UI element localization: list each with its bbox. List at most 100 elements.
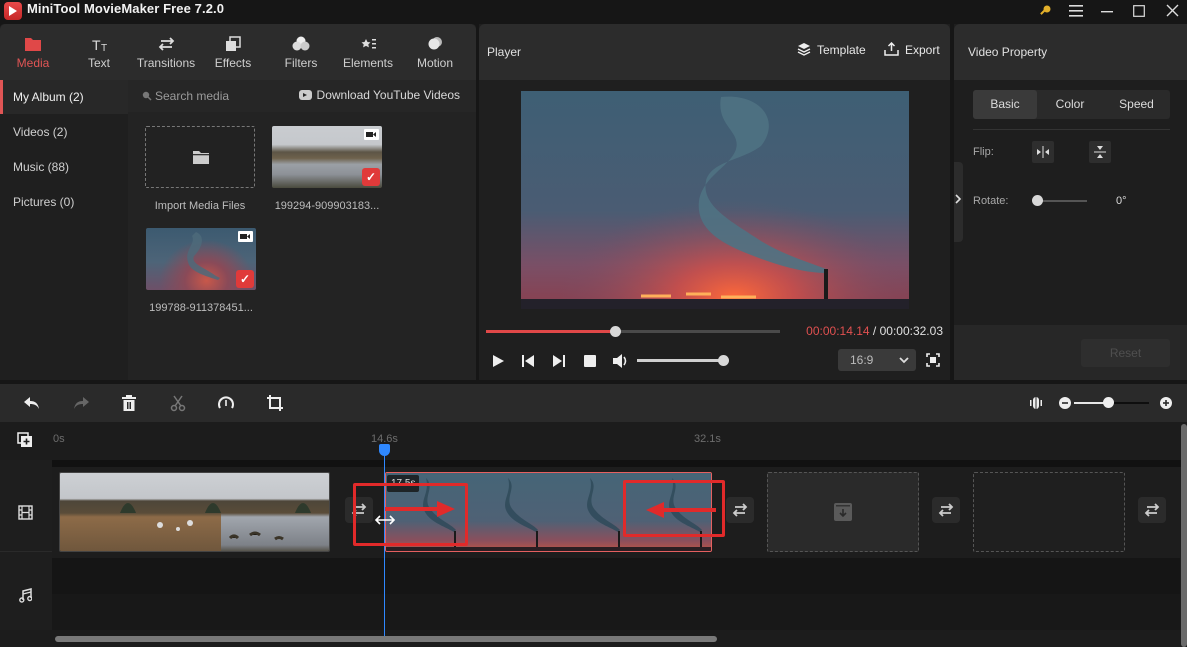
maximize-icon[interactable] (1124, 0, 1154, 22)
album-my-album[interactable]: My Album (2) (0, 80, 128, 114)
fit-timeline-icon[interactable] (1029, 395, 1043, 411)
album-videos[interactable]: Videos (2) (0, 115, 128, 149)
audio-track-lower (52, 594, 1180, 630)
playback-progress-slider[interactable] (486, 326, 780, 337)
folder-icon (25, 38, 41, 51)
video-clip-river[interactable] (59, 472, 330, 552)
zoom-knob[interactable] (1102, 397, 1114, 408)
close-icon[interactable] (1157, 0, 1187, 22)
tab-effects[interactable]: Effects (200, 24, 266, 80)
album-pictures[interactable]: Pictures (0) (0, 185, 128, 219)
video-preview[interactable] (521, 91, 909, 309)
delete-icon[interactable] (120, 394, 138, 412)
tab-filters[interactable]: Filters (268, 24, 334, 80)
album-music[interactable]: Music (88) (0, 150, 128, 184)
key-icon[interactable] (1030, 0, 1060, 22)
transition-slot[interactable] (1138, 497, 1166, 523)
time-ruler[interactable]: 0s 14.6s 32.1s (0, 422, 1187, 460)
download-youtube-button[interactable]: Download YouTube Videos (298, 88, 460, 102)
split-scissors-icon[interactable] (169, 394, 187, 412)
rotate-value: 0° (1116, 195, 1127, 207)
reset-button[interactable]: Reset (1081, 339, 1170, 367)
flip-vertical-icon (1094, 146, 1106, 158)
transition-slot[interactable] (932, 497, 960, 523)
export-button[interactable]: Export (884, 41, 940, 62)
flip-horizontal-button[interactable] (1032, 141, 1054, 163)
search-placeholder: Search media (155, 89, 230, 103)
collapse-panel-handle[interactable] (954, 162, 963, 242)
tab-media[interactable]: Media (0, 24, 66, 80)
undo-icon[interactable] (23, 394, 41, 412)
tab-speed[interactable]: Speed (1103, 90, 1170, 119)
progress-fill (486, 330, 616, 333)
player-header: Player Template Export (479, 24, 950, 80)
template-label: Template (817, 43, 866, 57)
chevron-down-icon (899, 357, 909, 364)
filters-icon (292, 36, 310, 51)
export-label: Export (905, 43, 940, 57)
empty-placeholder[interactable] (973, 472, 1125, 552)
audio-track[interactable] (52, 558, 1180, 630)
video-track (52, 467, 1180, 558)
motion-icon (428, 37, 442, 50)
minimize-icon[interactable] (1092, 0, 1122, 22)
ruler-strip (52, 460, 1187, 467)
drop-media-placeholder[interactable] (767, 472, 919, 552)
music-track-icon (19, 588, 32, 603)
volume-slider[interactable] (637, 355, 729, 366)
volume-knob[interactable] (718, 355, 729, 366)
rotate-slider[interactable] (1032, 195, 1087, 206)
menu-icon[interactable] (1061, 0, 1091, 22)
zoom-in-icon[interactable] (1160, 397, 1172, 409)
tab-transitions[interactable]: Transitions (133, 24, 199, 80)
next-frame-icon[interactable] (550, 352, 568, 370)
transitions-icon (158, 37, 175, 51)
transition-slot[interactable] (726, 497, 754, 523)
chevron-right-icon (955, 194, 962, 204)
title-bar: MiniTool MovieMaker Free 7.2.0 (0, 0, 1187, 24)
volume-icon[interactable] (611, 352, 629, 370)
stop-icon[interactable] (581, 352, 599, 370)
speed-gauge-icon[interactable] (217, 394, 235, 412)
previous-frame-icon[interactable] (519, 352, 537, 370)
property-header: Video Property (954, 24, 1187, 80)
app-title: MiniTool MovieMaker Free 7.2.0 (27, 1, 225, 16)
tab-basic[interactable]: Basic (973, 90, 1037, 119)
search-media-input[interactable]: Search media (142, 89, 229, 103)
total-time: 00:00:32.03 (879, 324, 943, 338)
redo-icon[interactable] (72, 394, 90, 412)
flip-horizontal-icon (1037, 146, 1049, 158)
horizontal-scrollbar[interactable] (55, 636, 717, 642)
transition-swap-icon (732, 503, 748, 517)
svg-text:T: T (101, 43, 107, 53)
timeline: 0s 14.6s 32.1s (0, 384, 1187, 647)
tab-label: Motion (416, 56, 454, 70)
rotate-knob[interactable] (1032, 195, 1043, 206)
template-button[interactable]: Template (797, 42, 866, 62)
player-panel: Player Template Export 00:00:14.14 / 00:… (479, 24, 950, 380)
tab-label: Transitions (136, 56, 196, 70)
flip-vertical-button[interactable] (1089, 141, 1111, 163)
tab-color[interactable]: Color (1037, 90, 1103, 119)
vertical-scrollbar[interactable] (1181, 424, 1187, 647)
crop-icon[interactable] (266, 394, 284, 412)
tab-text[interactable]: TT Text (66, 24, 132, 80)
app-logo-icon (4, 2, 22, 20)
tab-label: Elements (342, 56, 394, 70)
play-icon[interactable] (489, 352, 507, 370)
folder-icon (193, 151, 209, 164)
progress-knob[interactable] (610, 326, 622, 337)
transition-swap-icon (938, 503, 954, 517)
aspect-ratio-select[interactable]: 16:9 (838, 349, 916, 371)
fullscreen-icon[interactable] (926, 353, 940, 367)
player-title: Player (487, 45, 522, 59)
export-icon (884, 41, 899, 56)
import-media-button[interactable] (145, 126, 255, 188)
zoom-out-icon[interactable] (1059, 397, 1071, 409)
tab-motion[interactable]: Motion (402, 24, 468, 80)
layers-icon (797, 43, 811, 56)
tab-elements[interactable]: Elements (335, 24, 401, 80)
tab-label: Media (16, 56, 50, 70)
add-track-icon[interactable] (17, 432, 33, 448)
timeline-zoom-slider[interactable] (1074, 397, 1149, 408)
